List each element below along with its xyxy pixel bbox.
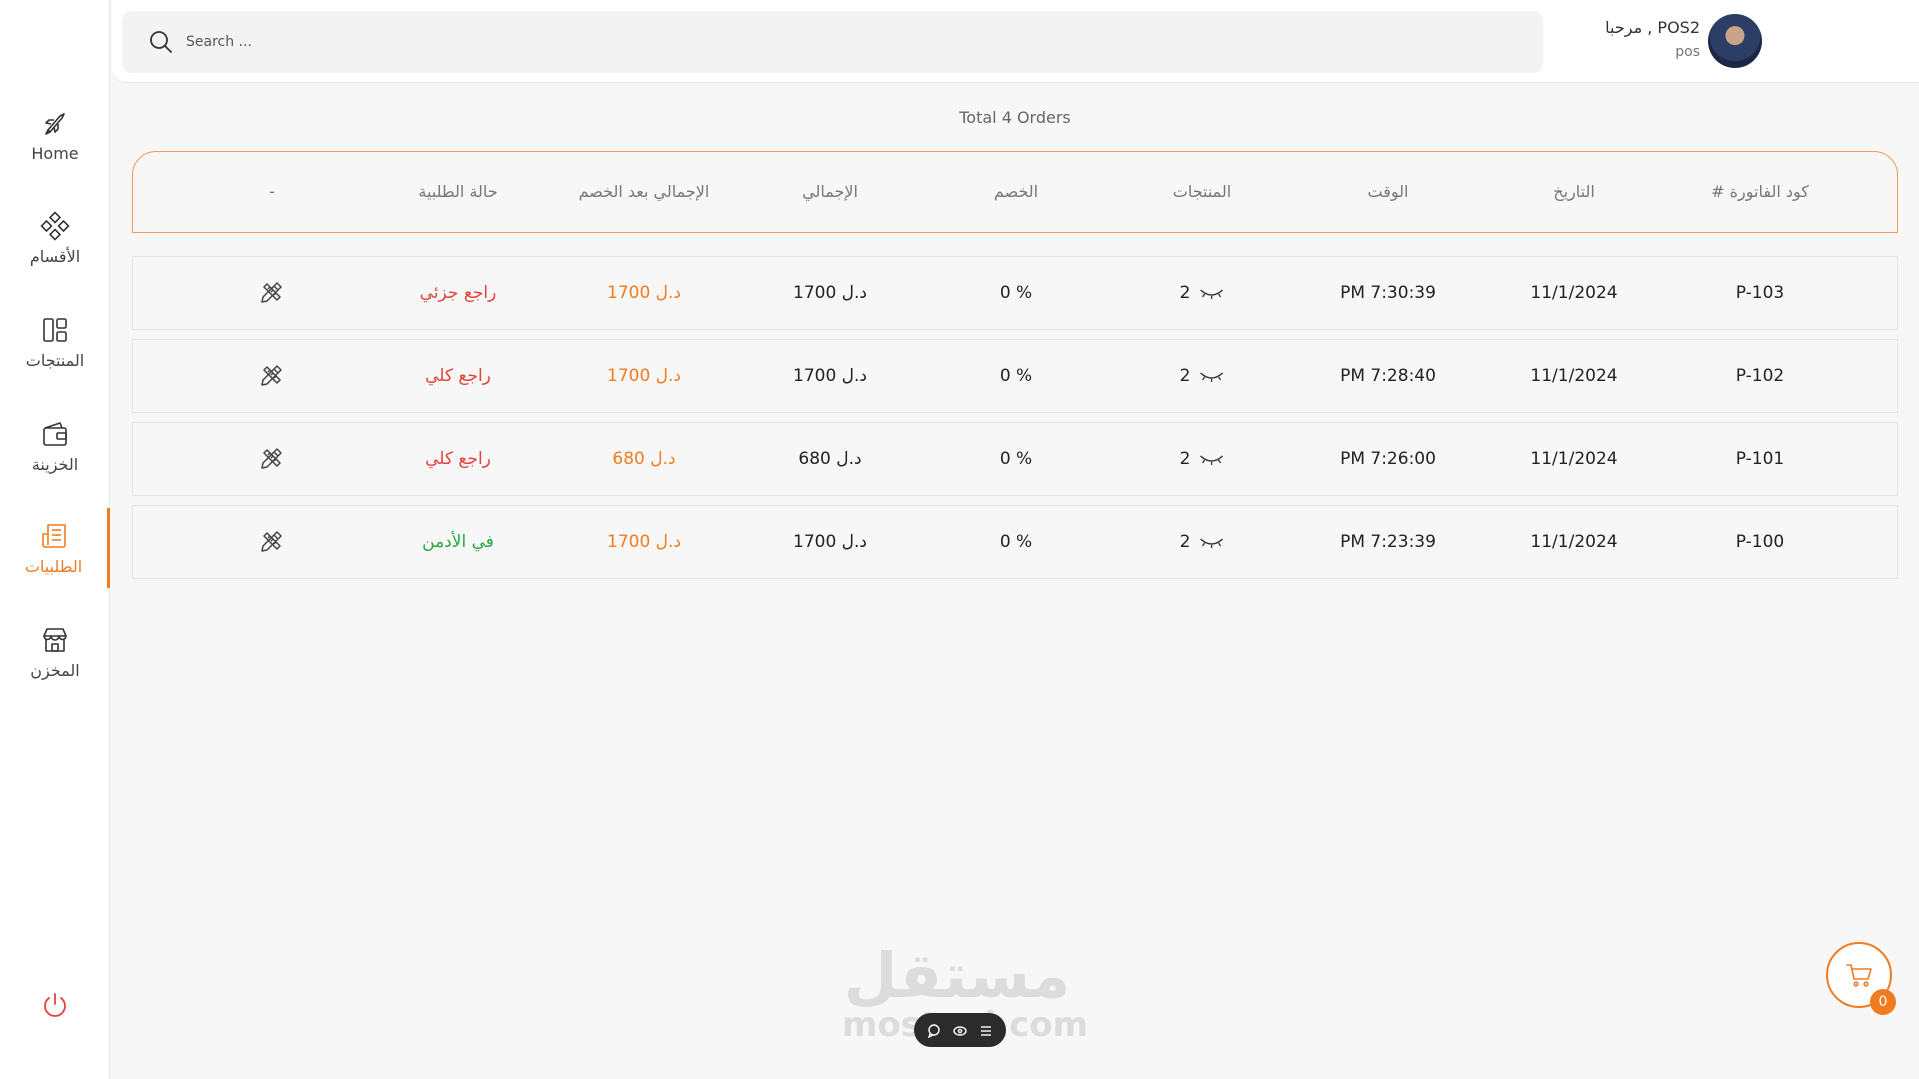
column-header: الوقت: [1367, 182, 1409, 201]
top-header: مرحبا , POS2 pos: [112, 0, 1919, 83]
edit-tools-icon[interactable]: [259, 362, 285, 393]
eye-closed-icon[interactable]: [1198, 535, 1224, 549]
sidebar-item-label: الخزينة: [31, 454, 79, 474]
time-cell: PM 7:28:40: [1340, 366, 1436, 386]
column-header: التاريخ: [1553, 182, 1595, 201]
discount-cell: 0 %: [999, 283, 1033, 303]
products-count: 2: [1179, 449, 1191, 469]
cart-icon: [1846, 964, 1872, 987]
column-header: المنتجات: [1172, 182, 1232, 201]
total-cell: 680 د.ل: [798, 449, 862, 469]
edit-tools-icon[interactable]: [259, 528, 285, 559]
order-status-cell: راجع كلي: [425, 449, 491, 469]
date-cell: 11/1/2024: [1530, 449, 1618, 469]
search-icon: [150, 31, 172, 53]
products-cell[interactable]: 2: [1180, 532, 1225, 552]
date-cell: 11/1/2024: [1530, 532, 1618, 552]
chat-icon[interactable]: [927, 1023, 941, 1039]
sidebar-item-treasury[interactable]: الخزينة: [0, 406, 110, 486]
date-cell: 11/1/2024: [1530, 283, 1618, 303]
invoice-code-cell: P-101: [1735, 449, 1785, 469]
order-status-cell: راجع جزئي: [419, 283, 497, 303]
discount-cell: 0 %: [999, 366, 1033, 386]
sidebar-item-orders[interactable]: الطلبيات: [0, 508, 110, 588]
wallet-icon: [43, 421, 67, 446]
table-row[interactable]: P-101 11/1/2024 PM 7:26:00 2 0 % 680 د.ل 680 د…: [132, 422, 1898, 496]
floating-toolbar[interactable]: [914, 1013, 1006, 1047]
menu-icon[interactable]: [979, 1023, 993, 1037]
user-role: pos: [1675, 44, 1700, 60]
discount-cell: 0 %: [999, 449, 1033, 469]
search-bar[interactable]: [122, 11, 1543, 73]
date-cell: 11/1/2024: [1530, 366, 1618, 386]
invoice-code-cell: P-100: [1735, 532, 1785, 552]
order-status-cell: في الأدمن: [422, 532, 494, 552]
avatar[interactable]: [1708, 14, 1762, 68]
total-cell: 1700 د.ل: [793, 532, 867, 552]
products-count: 2: [1179, 532, 1191, 552]
total-after-discount-cell: 1700 د.ل: [607, 283, 681, 303]
eye-closed-icon[interactable]: [1198, 369, 1224, 383]
column-header: -: [269, 182, 275, 201]
total-cell: 1700 د.ل: [793, 366, 867, 386]
products-grid-icon: [43, 317, 67, 342]
products-count: 2: [1179, 366, 1191, 386]
products-cell[interactable]: 2: [1180, 283, 1225, 303]
total-after-discount-cell: 680 د.ل: [612, 449, 676, 469]
total-cell: 1700 د.ل: [793, 283, 867, 303]
orders-icon: [41, 523, 66, 548]
column-header: الإجمالي: [802, 182, 858, 201]
invoice-code-cell: P-102: [1735, 366, 1785, 386]
sidebar-item-label: المخزن: [30, 660, 80, 680]
sidebar-item-warehouse[interactable]: المخزن: [0, 612, 110, 692]
search-input[interactable]: [184, 33, 1488, 51]
column-header: # كود الفاتورة: [1711, 182, 1809, 201]
sidebar: Home الأقسام المنتجات الخزينة الطلبيات ا…: [0, 0, 110, 1079]
column-header: الخصم: [993, 182, 1039, 201]
table-row[interactable]: P-100 11/1/2024 PM 7:23:39 2 0 % 1700 د.ل 1700…: [132, 505, 1898, 579]
time-cell: PM 7:26:00: [1340, 449, 1436, 469]
sidebar-item-label: الأقسام: [29, 246, 81, 266]
time-cell: PM 7:30:39: [1340, 283, 1436, 303]
table-row[interactable]: P-103 11/1/2024 PM 7:30:39 2 0 % 1700 د.ل 1700…: [132, 256, 1898, 330]
power-icon[interactable]: [40, 990, 70, 1020]
sidebar-item-products[interactable]: المنتجات: [0, 302, 110, 382]
watermark-arabic: مستقل: [843, 939, 1071, 1012]
rocket-icon: [45, 112, 65, 135]
total-after-discount-cell: 1700 د.ل: [607, 532, 681, 552]
store-icon: [43, 627, 67, 652]
cart-count-badge: 0: [1870, 989, 1896, 1015]
categories-icon: [40, 210, 70, 241]
sidebar-item-home[interactable]: Home: [0, 95, 110, 175]
total-after-discount-cell: 1700 د.ل: [607, 366, 681, 386]
eye-closed-icon[interactable]: [1198, 286, 1224, 300]
invoice-code-cell: P-103: [1735, 283, 1785, 303]
sidebar-item-categories[interactable]: الأقسام: [0, 198, 110, 278]
user-greeting: مرحبا , POS2: [1605, 18, 1700, 37]
edit-tools-icon[interactable]: [259, 279, 285, 310]
sidebar-item-label: المنتجات: [25, 350, 85, 370]
discount-cell: 0 %: [999, 532, 1033, 552]
order-status-cell: راجع كلي: [425, 366, 491, 386]
orders-total: Total 4 Orders: [959, 108, 1071, 127]
sidebar-item-label: Home: [31, 143, 79, 163]
eye-closed-icon[interactable]: [1198, 452, 1224, 466]
user-info: مرحبا , POS2 pos: [1556, 14, 1762, 70]
edit-tools-icon[interactable]: [259, 445, 285, 476]
products-cell[interactable]: 2: [1180, 449, 1225, 469]
table-header: # كود الفاتورة التاريخ الوقت المنتجات ال…: [132, 151, 1898, 233]
eye-icon[interactable]: [953, 1023, 967, 1037]
products-cell[interactable]: 2: [1180, 366, 1225, 386]
time-cell: PM 7:23:39: [1340, 532, 1436, 552]
table-row[interactable]: P-102 11/1/2024 PM 7:28:40 2 0 % 1700 د.ل 1700…: [132, 339, 1898, 413]
column-header: حالة الطلبية: [418, 182, 498, 201]
column-header: الإجمالي بعد الخصم: [578, 182, 710, 201]
sidebar-item-label: الطلبيات: [24, 556, 83, 576]
products-count: 2: [1179, 283, 1191, 303]
